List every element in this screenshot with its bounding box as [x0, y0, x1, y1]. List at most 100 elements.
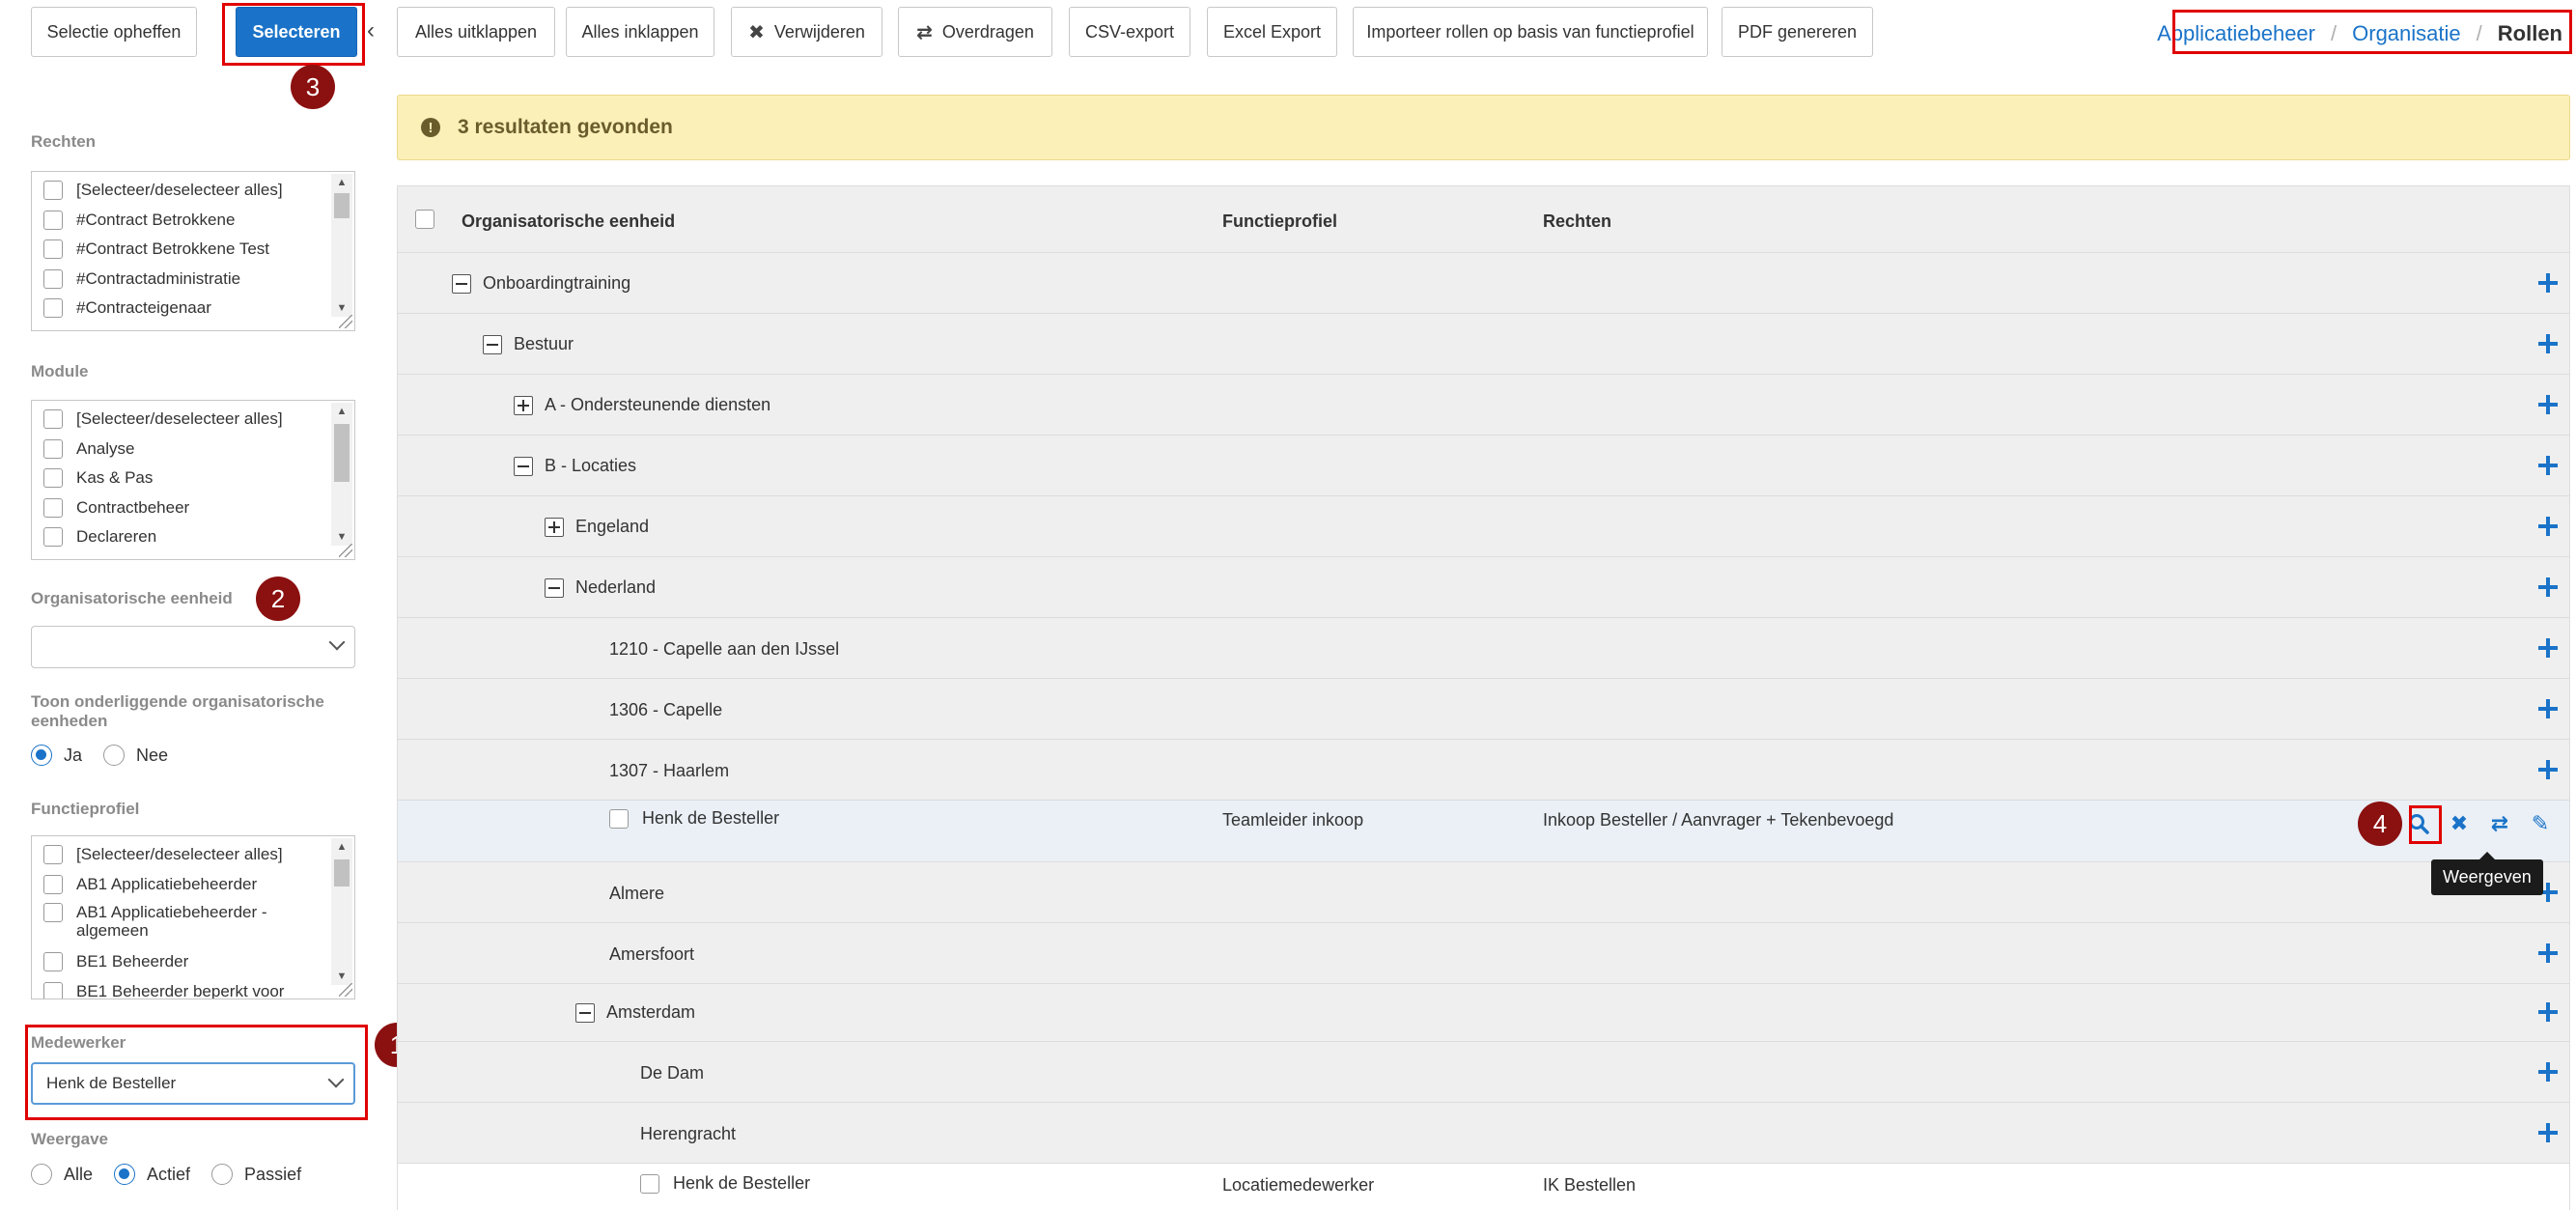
collapse-icon[interactable]	[452, 273, 471, 294]
org-eenheid-select[interactable]	[31, 626, 355, 668]
list-item[interactable]: #Contract Betrokkene	[32, 206, 354, 236]
collapse-icon[interactable]	[514, 456, 533, 476]
list-item[interactable]: Contractbeheer	[32, 493, 354, 523]
overdragen-button[interactable]: ⇄ Overdragen	[898, 7, 1052, 57]
add-icon[interactable]	[2538, 334, 2558, 353]
scrollbar[interactable]: ▲ ▼	[331, 174, 352, 317]
add-icon[interactable]	[2538, 1123, 2558, 1142]
select-all-checkbox[interactable]	[415, 210, 434, 229]
list-item[interactable]: #Contracteigenaar	[32, 294, 354, 324]
checkbox[interactable]	[43, 468, 63, 489]
pdf-genereren-button[interactable]: PDF genereren	[1722, 7, 1873, 57]
list-item[interactable]: #Contract Betrokkene Test	[32, 235, 354, 265]
checkbox[interactable]	[43, 952, 63, 972]
scrollbar-thumb[interactable]	[334, 193, 350, 218]
radio-alle[interactable]: Alle	[31, 1164, 93, 1185]
radio-ja[interactable]: Ja	[31, 745, 82, 766]
scroll-up-icon[interactable]: ▲	[331, 838, 352, 856]
resize-grip-icon[interactable]	[339, 544, 352, 557]
list-item[interactable]: BE1 Beheerder	[32, 947, 354, 977]
checkbox[interactable]	[43, 210, 63, 230]
expand-icon[interactable]	[545, 517, 564, 537]
column-header-org-eenheid[interactable]: Organisatorische eenheid	[462, 211, 675, 232]
add-icon[interactable]	[2538, 699, 2558, 718]
add-icon[interactable]	[2538, 273, 2558, 293]
verwijderen-button[interactable]: ✖ Verwijderen	[731, 7, 882, 57]
radio-button[interactable]	[31, 745, 52, 766]
column-header-functieprofiel[interactable]: Functieprofiel	[1222, 211, 1337, 232]
add-icon[interactable]	[2538, 760, 2558, 779]
checkbox[interactable]	[43, 981, 63, 999]
module-listbox[interactable]: [Selecteer/deselecteer alles] Analyse Ka…	[31, 400, 355, 560]
collapse-icon[interactable]	[575, 1002, 595, 1023]
list-item[interactable]: Kas & Pas	[32, 464, 354, 493]
add-icon[interactable]	[2538, 1062, 2558, 1082]
list-item[interactable]: BE1 Beheerder beperkt voor	[32, 977, 354, 999]
scroll-up-icon[interactable]: ▲	[331, 403, 352, 420]
checkbox[interactable]	[43, 239, 63, 260]
radio-button[interactable]	[114, 1164, 136, 1185]
excel-export-button[interactable]: Excel Export	[1207, 7, 1337, 57]
breadcrumb-applicatiebeheer[interactable]: Applicatiebeheer	[2157, 21, 2315, 46]
scrollbar-thumb[interactable]	[334, 424, 350, 482]
checkbox[interactable]	[43, 438, 63, 459]
checkbox[interactable]	[43, 298, 63, 319]
checkbox[interactable]	[43, 527, 63, 548]
row-checkbox[interactable]	[609, 808, 629, 829]
column-header-rechten[interactable]: Rechten	[1543, 211, 1611, 232]
pencil-icon[interactable]: ✎	[2526, 809, 2555, 838]
list-item[interactable]: [Selecteer/deselecteer alles]	[32, 405, 354, 435]
scrollbar[interactable]: ▲ ▼	[331, 403, 352, 546]
row-checkbox[interactable]	[640, 1173, 659, 1194]
selecteren-button[interactable]: Selecteren	[236, 7, 357, 57]
list-item[interactable]: #Contractadministratie	[32, 265, 354, 295]
role-row[interactable]: Henk de Besteller Teamleider inkoop Inko…	[398, 801, 2569, 862]
scrollbar[interactable]: ▲ ▼	[331, 838, 352, 985]
list-item[interactable]: Declareren	[32, 522, 354, 552]
role-row[interactable]: Henk de Besteller Locatiemedewerker IK B…	[398, 1164, 2569, 1210]
checkbox[interactable]	[43, 497, 63, 518]
collapse-icon[interactable]	[545, 577, 564, 598]
checkbox[interactable]	[43, 409, 63, 430]
checkbox[interactable]	[43, 903, 63, 922]
add-icon[interactable]	[2538, 577, 2558, 597]
list-item[interactable]: AB1 Applicatiebeheerder - algemeen	[32, 899, 354, 947]
add-icon[interactable]	[2538, 638, 2558, 658]
scrollbar-thumb[interactable]	[334, 859, 350, 886]
checkbox[interactable]	[43, 874, 63, 894]
list-item[interactable]: [Selecteer/deselecteer alles]	[32, 840, 354, 870]
importeer-rollen-button[interactable]: Importeer rollen op basis van functiepro…	[1353, 7, 1708, 57]
list-item[interactable]: [Selecteer/deselecteer alles]	[32, 176, 354, 206]
x-icon[interactable]: ✖	[2445, 809, 2474, 838]
breadcrumb-organisatie[interactable]: Organisatie	[2352, 21, 2461, 46]
radio-actief[interactable]: Actief	[114, 1164, 190, 1185]
chevron-left-icon[interactable]: ‹	[367, 17, 375, 44]
csv-export-button[interactable]: CSV-export	[1069, 7, 1190, 57]
expand-icon[interactable]	[514, 395, 533, 415]
add-icon[interactable]	[2538, 943, 2558, 963]
radio-button[interactable]	[103, 745, 126, 766]
selectie-opheffen-button[interactable]: Selectie opheffen	[31, 7, 197, 57]
list-item[interactable]: AB1 Applicatiebeheerder	[32, 870, 354, 900]
rechten-listbox[interactable]: [Selecteer/deselecteer alles] #Contract …	[31, 171, 355, 331]
radio-nee[interactable]: Nee	[103, 745, 168, 766]
add-icon[interactable]	[2538, 517, 2558, 536]
resize-grip-icon[interactable]	[339, 315, 352, 328]
alles-uitklappen-button[interactable]: Alles uitklappen	[397, 7, 555, 57]
transfer-icon[interactable]: ⇄	[2485, 809, 2514, 838]
medewerker-select[interactable]: Henk de Besteller	[31, 1062, 355, 1105]
checkbox[interactable]	[43, 268, 63, 289]
add-icon[interactable]	[2538, 395, 2558, 414]
radio-button[interactable]	[31, 1164, 52, 1185]
radio-passief[interactable]: Passief	[211, 1164, 301, 1185]
radio-button[interactable]	[211, 1164, 234, 1185]
collapse-icon[interactable]	[483, 334, 502, 354]
checkbox[interactable]	[43, 845, 63, 865]
scroll-up-icon[interactable]: ▲	[331, 174, 352, 191]
add-icon[interactable]	[2538, 1002, 2558, 1022]
alles-inklappen-button[interactable]: Alles inklappen	[566, 7, 714, 57]
resize-grip-icon[interactable]	[339, 983, 352, 997]
add-icon[interactable]	[2538, 456, 2558, 475]
checkbox[interactable]	[43, 181, 63, 201]
list-item[interactable]: Analyse	[32, 435, 354, 464]
